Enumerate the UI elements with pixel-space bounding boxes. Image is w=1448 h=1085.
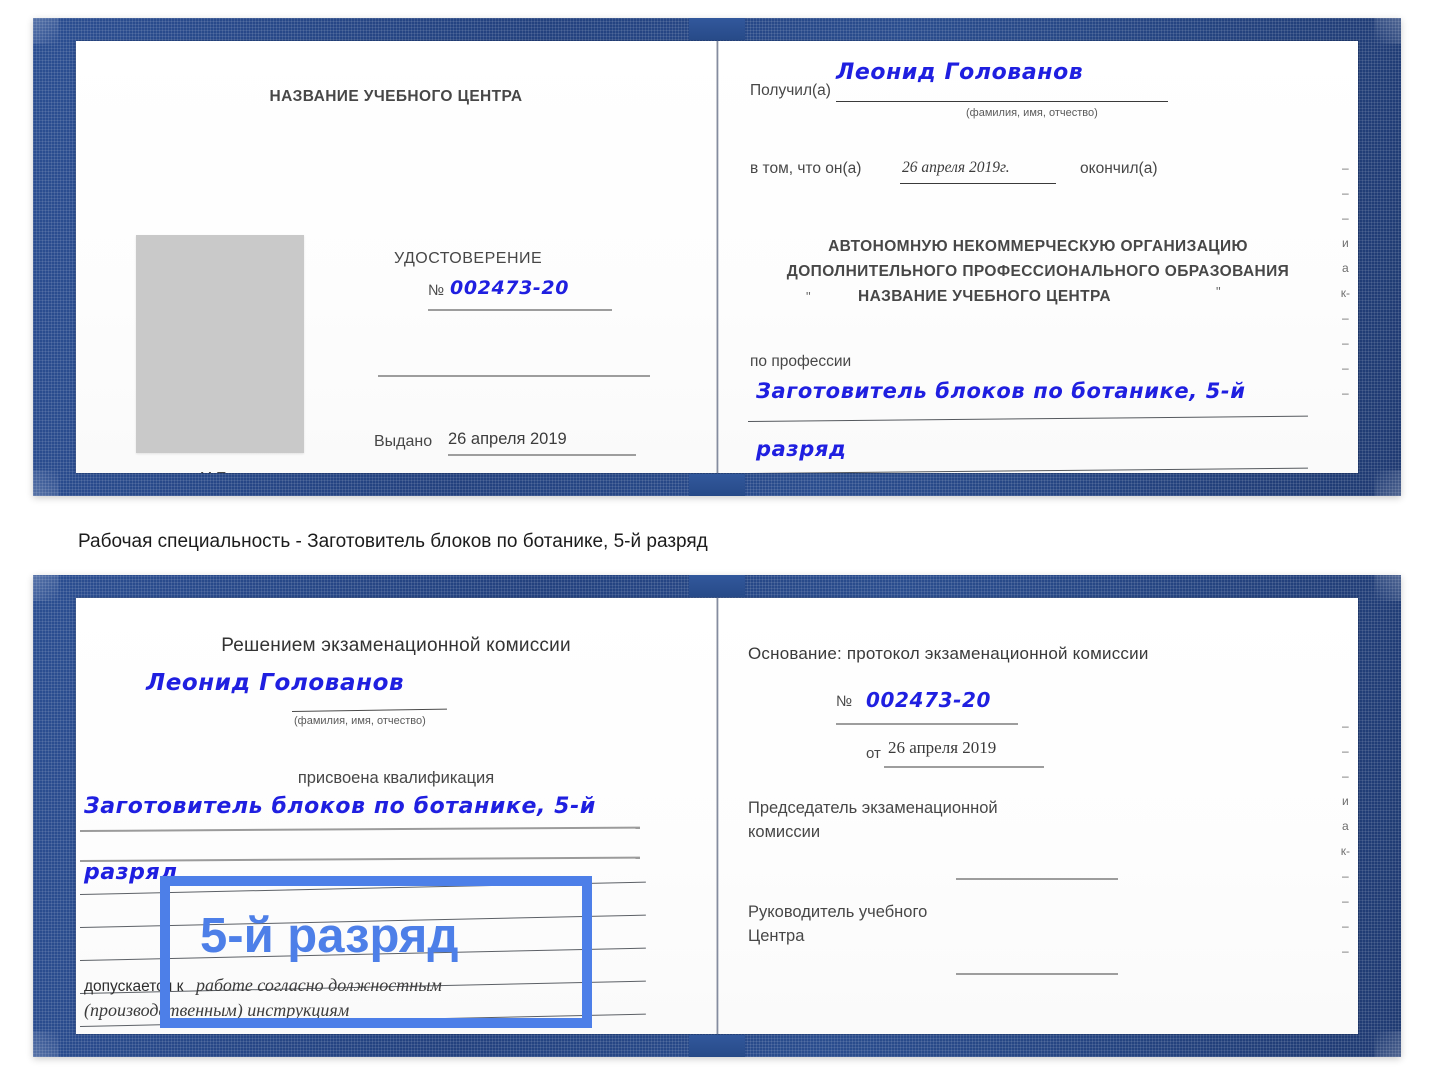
- fio-hint: (фамилия, имя, отчество): [294, 715, 426, 727]
- photo-placeholder: [136, 235, 304, 453]
- protocol-number-value: 002473-20: [866, 688, 992, 712]
- certificate-top-left-page: НАЗВАНИЕ УЧЕБНОГО ЦЕНТРА УДОСТОВЕРЕНИЕ №…: [76, 41, 717, 473]
- org-line-2: ДОПОЛНИТЕЛЬНОГО ПРОФЕССИОНАЛЬНОГО ОБРАЗО…: [786, 263, 1290, 280]
- edge-fragment: а: [1342, 819, 1349, 834]
- edge-fragment: –: [1342, 919, 1349, 934]
- edge-fragment: –: [1342, 944, 1349, 959]
- head-label-line-2: Центра: [748, 927, 805, 945]
- issued-underline: [448, 454, 636, 456]
- head-label-line-1: Руководитель учебного: [748, 903, 928, 921]
- protocol-date-value: 26 апреля 2019: [888, 738, 997, 757]
- page-edge-fragments-bottom: – – – и а к- – – – –: [1341, 720, 1350, 957]
- number-symbol: №: [428, 282, 445, 299]
- edge-fragment: –: [1342, 385, 1349, 400]
- cover-corner-bottom-right: [1375, 1031, 1401, 1057]
- commission-decision-heading: Решением экзаменационной комиссии: [221, 635, 571, 656]
- certificate-book-top: НАЗВАНИЕ УЧЕБНОГО ЦЕНТРА УДОСТОВЕРЕНИЕ №…: [33, 18, 1401, 496]
- edge-fragment: –: [1342, 185, 1349, 200]
- cover-fold-tab-bottom: [689, 474, 745, 496]
- page-caption: Рабочая специальность - Заготовитель бло…: [78, 531, 708, 552]
- certificate-bottom-right-page: Основание: протокол экзаменационной коми…: [717, 598, 1358, 1034]
- chairman-signature-line: [956, 878, 1118, 880]
- ruled-line: [79, 826, 640, 832]
- profession-value-line-2: разряд: [756, 437, 847, 461]
- finished-label: окончил(а): [1080, 160, 1158, 177]
- edge-fragment: и: [1342, 235, 1349, 250]
- org-line-1: АВТОНОМНУЮ НЕКОММЕРЧЕСКУЮ ОРГАНИЗАЦИЮ: [828, 238, 1248, 255]
- profession-rule-2: [747, 467, 1308, 473]
- completion-date-underline: [900, 183, 1056, 184]
- recipient-name-value: Леонид Голованов: [836, 60, 1084, 85]
- protocol-number-underline: [836, 723, 1018, 725]
- number-symbol: №: [836, 693, 853, 710]
- chairman-label-line-1: Председатель экзаменационной: [748, 799, 998, 817]
- highlight-label: 5-й разряд: [200, 909, 459, 963]
- head-signature-line: [956, 973, 1118, 975]
- page-edge-fragments-top: – – – и а к- – – – –: [1341, 162, 1350, 399]
- edge-fragment: –: [1342, 360, 1349, 375]
- that-he-label: в том, что он(а): [750, 160, 862, 177]
- edge-fragment: –: [1342, 719, 1349, 734]
- edge-fragment: –: [1342, 769, 1349, 784]
- org-quote-close: ": [1216, 284, 1221, 299]
- number-underline: [428, 309, 612, 311]
- profession-label: по профессии: [750, 353, 852, 370]
- recipient-name-value: Леонид Голованов: [146, 670, 405, 696]
- certificate-top-pages: НАЗВАНИЕ УЧЕБНОГО ЦЕНТРА УДОСТОВЕРЕНИЕ №…: [76, 41, 1358, 473]
- edge-fragment: –: [1342, 744, 1349, 759]
- org-name: НАЗВАНИЕ УЧЕБНОГО ЦЕНТРА: [858, 288, 1111, 305]
- certificate-number-value: 002473-20: [450, 277, 570, 299]
- cover-corner-bottom-right: [1375, 470, 1401, 496]
- edge-fragment: –: [1342, 310, 1349, 325]
- received-label: Получил(а): [750, 82, 831, 99]
- cover-corner-top-left: [33, 18, 59, 44]
- edge-fragment: –: [1342, 210, 1349, 225]
- cover-corner-top-left: [33, 575, 59, 601]
- cover-fold-tab-top: [689, 18, 745, 40]
- qualification-label: присвоена квалификация: [297, 769, 495, 787]
- profession-value-line-1: Заготовитель блоков по ботанике, 5-й: [756, 379, 1246, 403]
- profession-rule-1: [747, 415, 1308, 422]
- cover-fold-tab-bottom: [689, 1035, 745, 1057]
- blank-underline: [378, 375, 650, 377]
- date-label: от: [866, 745, 881, 762]
- edge-fragment: –: [1342, 335, 1349, 350]
- cover-corner-bottom-left: [33, 470, 59, 496]
- edge-fragment: и: [1342, 794, 1349, 809]
- document-type-label: УДОСТОВЕРЕНИЕ: [394, 250, 543, 267]
- edge-fragment: –: [1342, 894, 1349, 909]
- fio-hint: (фамилия, имя, отчество): [966, 107, 1098, 119]
- completion-date-value: 26 апреля 2019г.: [902, 159, 1010, 176]
- certificate-top-right-page: Получил(а) Леонид Голованов (фамилия, им…: [717, 41, 1358, 473]
- basis-label: Основание: протокол экзаменационной коми…: [748, 644, 1149, 663]
- edge-fragment: –: [1342, 160, 1349, 175]
- seal-label: М.П.: [200, 469, 231, 473]
- recipient-name-underline: [836, 101, 1168, 102]
- chairman-label-line-2: комиссии: [748, 823, 821, 841]
- recipient-name-underline: [291, 708, 447, 712]
- edge-fragment: –: [1342, 869, 1349, 884]
- protocol-date-underline: [884, 766, 1044, 768]
- cover-corner-top-right: [1375, 18, 1401, 44]
- issued-date-value: 26 апреля 2019: [448, 430, 567, 448]
- issued-label: Выдано: [374, 433, 433, 450]
- training-center-header: НАЗВАНИЕ УЧЕБНОГО ЦЕНТРА: [269, 88, 523, 105]
- org-quote-open: ": [806, 289, 811, 304]
- edge-fragment: к-: [1340, 285, 1350, 300]
- cover-fold-tab-top: [689, 575, 745, 597]
- edge-fragment: а: [1342, 260, 1349, 275]
- qualification-value-line-1: Заготовитель блоков по ботанике, 5-й: [84, 794, 596, 819]
- cover-corner-bottom-left: [33, 1031, 59, 1057]
- edge-fragment: к-: [1340, 844, 1350, 859]
- cover-corner-top-right: [1375, 575, 1401, 601]
